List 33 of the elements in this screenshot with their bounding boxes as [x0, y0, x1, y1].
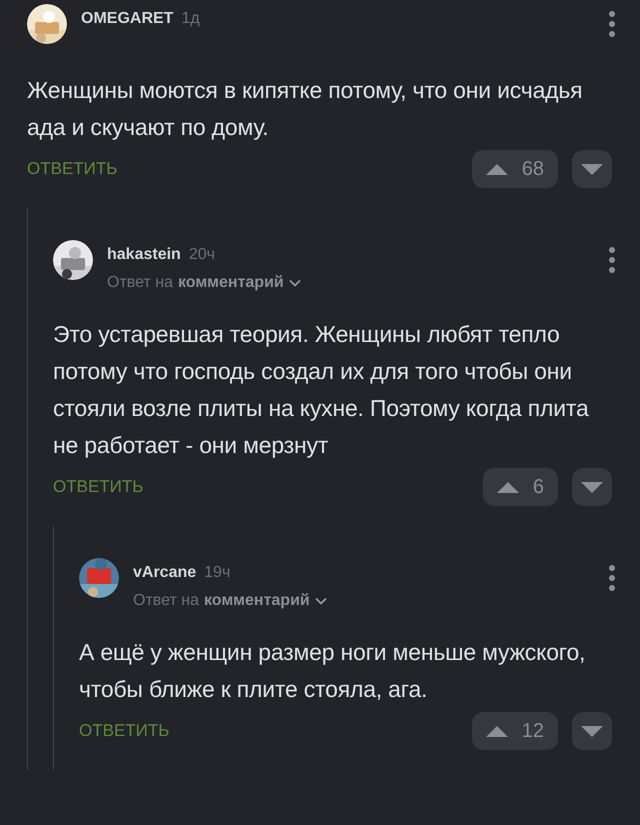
comment-text: Это устаревшая теория. Женщины любят тепло потому что господь создал их для того чтобы они стояли возле плиты на кухне. Поэтому когда плита не работает - они мерзнут — [53, 320, 590, 460]
reply-to-label: Ответ на — [107, 274, 173, 292]
downvote-button[interactable] — [572, 712, 612, 750]
more-menu-icon[interactable] — [608, 564, 616, 592]
reply-link[interactable]: ОТВЕТИТЬ — [27, 159, 118, 179]
triangle-down-icon — [581, 726, 603, 736]
upvote-button[interactable]: 6 — [482, 468, 558, 506]
triangle-down-icon — [581, 482, 603, 492]
comment-text: Женщины моются в кипятке потому, что они исчадья ада и скучают по дому. — [27, 76, 584, 142]
comment-text: А ещё у женщин размер ноги меньше мужского, чтобы ближе к плите стояла, ага. — [79, 638, 586, 704]
downvote-button[interactable] — [572, 150, 612, 188]
more-menu-icon[interactable] — [608, 246, 616, 274]
triangle-up-icon — [486, 726, 508, 736]
comment-time: 20ч — [188, 246, 215, 264]
upvote-button[interactable]: 68 — [472, 150, 558, 188]
reply-link[interactable]: ОТВЕТИТЬ — [53, 477, 144, 497]
triangle-down-icon — [581, 164, 603, 174]
comment-time: 1д — [181, 10, 200, 28]
chevron-down-icon[interactable] — [314, 597, 327, 605]
chevron-down-icon[interactable] — [288, 279, 301, 287]
reply-link[interactable]: ОТВЕТИТЬ — [79, 721, 170, 741]
triangle-up-icon — [486, 164, 508, 174]
author-name[interactable]: vArcane — [133, 564, 196, 582]
author-name[interactable]: hakastein — [107, 246, 181, 264]
downvote-button[interactable] — [572, 468, 612, 506]
author-name[interactable]: OMEGARET — [81, 10, 174, 28]
reply-to-link[interactable]: комментарий — [204, 592, 310, 610]
triangle-up-icon — [496, 482, 519, 492]
comment-time: 19ч — [204, 564, 230, 582]
reply-to-label: Ответ на — [133, 592, 199, 610]
reply-to-link[interactable]: комментарий — [178, 274, 284, 292]
upvote-button[interactable]: 12 — [472, 712, 558, 750]
more-menu-icon[interactable] — [608, 10, 616, 38]
